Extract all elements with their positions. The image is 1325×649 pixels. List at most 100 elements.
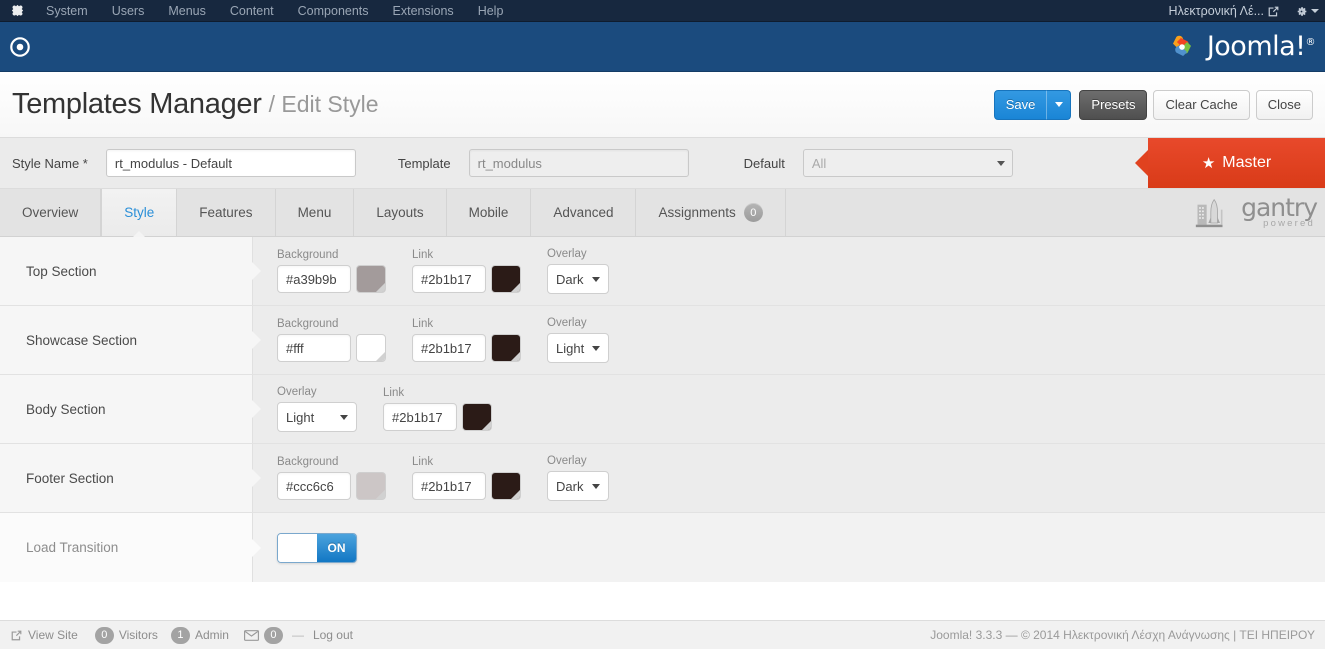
save-button[interactable]: Save: [993, 89, 1048, 120]
tab-assignments[interactable]: Assignments 0: [636, 189, 786, 236]
link-color-input[interactable]: [383, 403, 457, 431]
background-color-swatch[interactable]: [356, 265, 386, 293]
joomla-logo-icon[interactable]: [0, 3, 34, 18]
field-label: Overlay: [277, 386, 317, 398]
admin-menu-item-menus[interactable]: Menus: [156, 0, 218, 22]
page-header: Templates Manager / Edit Style Save Pres…: [0, 72, 1325, 137]
style-name-input[interactable]: [105, 149, 356, 177]
load-transition-label: Load Transition: [0, 513, 253, 582]
admin-menu-item-extensions[interactable]: Extensions: [381, 0, 466, 22]
chevron-down-icon: [592, 483, 600, 489]
section-label: Body Section: [0, 375, 253, 443]
admin-menu-item-help[interactable]: Help: [466, 0, 516, 22]
overlay-select[interactable]: Light: [547, 333, 610, 363]
visitors-status[interactable]: 0 Visitors: [94, 626, 158, 644]
admin-menu-item-components[interactable]: Components: [286, 0, 381, 22]
admin-status[interactable]: 1 Admin: [170, 626, 229, 644]
page-root: System Users Menus Content Components Ex…: [0, 0, 1325, 649]
tab-advanced[interactable]: Advanced: [531, 189, 637, 236]
overlay-select[interactable]: Light: [277, 402, 357, 432]
admin-menu-bar: System Users Menus Content Components Ex…: [0, 0, 1325, 22]
admin-menu-item-content[interactable]: Content: [218, 0, 286, 22]
control-panel-button[interactable]: [0, 36, 40, 58]
section-fields: Background Link Overlay L: [253, 306, 1325, 374]
background-color-swatch[interactable]: [356, 472, 386, 500]
gantry-sub: powered: [1263, 218, 1315, 229]
field-link: Link: [383, 387, 492, 431]
logout-link[interactable]: Log out: [313, 628, 353, 642]
presets-button[interactable]: Presets: [1079, 89, 1148, 120]
tab-features[interactable]: Features: [177, 189, 276, 236]
link-color-swatch[interactable]: [491, 334, 521, 362]
template-input: [468, 149, 689, 177]
joomla-brand: Joomla!®: [1164, 29, 1315, 65]
rocket-launchpad-icon: [1195, 198, 1223, 227]
tab-overview[interactable]: Overview: [0, 189, 102, 236]
section-label: Top Section: [0, 237, 253, 305]
envelope-icon: [243, 629, 259, 641]
link-color-input[interactable]: [412, 472, 486, 500]
tab-label: Features: [199, 205, 253, 220]
section-fields: Overlay Light Link: [253, 375, 1325, 443]
visitors-count: 0: [94, 626, 114, 644]
field-label: Link: [412, 318, 434, 330]
close-button[interactable]: Close: [1255, 89, 1313, 120]
tab-label: Advanced: [553, 205, 614, 220]
admin-menu-item-system[interactable]: System: [34, 0, 100, 22]
tab-label: Overview: [22, 205, 79, 220]
background-color-input[interactable]: [277, 472, 351, 500]
master-badge[interactable]: ★ Master: [1148, 138, 1325, 188]
site-name-link[interactable]: Ηλεκτρονική Λέ...: [1169, 4, 1264, 18]
field-controls: [277, 472, 386, 500]
load-transition-toggle[interactable]: ON: [277, 532, 357, 563]
clear-cache-button[interactable]: Clear Cache: [1153, 89, 1250, 120]
overlay-select[interactable]: Dark: [547, 471, 609, 501]
external-link-icon[interactable]: [1267, 5, 1280, 18]
background-color-input[interactable]: [277, 265, 351, 293]
tab-label: Assignments: [658, 205, 736, 220]
background-color-input[interactable]: [277, 334, 351, 362]
tab-style[interactable]: Style: [101, 189, 178, 237]
link-color-swatch[interactable]: [462, 403, 492, 431]
joomla-brand-registered: ®: [1305, 37, 1316, 48]
circle-dot-icon: [10, 36, 30, 57]
section-row-footer: Footer Section Background Link: [0, 444, 1325, 513]
background-color-swatch[interactable]: [356, 334, 386, 362]
field-link: Link: [412, 249, 521, 293]
save-button-group: Save: [993, 89, 1072, 120]
star-icon: ★: [1201, 154, 1216, 172]
toolbar: Save Presets Clear Cache Close: [993, 89, 1313, 120]
gantry-logo: gantry powered: [1195, 195, 1318, 230]
tab-bar: Overview Style Features Menu Layouts Mob…: [0, 189, 1325, 237]
chevron-down-icon: [592, 276, 600, 282]
field-link: Link: [412, 318, 521, 362]
tab-menu[interactable]: Menu: [276, 189, 355, 236]
toggle-state-label: ON: [317, 533, 356, 562]
messages-status[interactable]: 0: [243, 626, 283, 644]
link-color-input[interactable]: [412, 265, 486, 293]
link-color-swatch[interactable]: [491, 265, 521, 293]
default-select-wrap: All: [802, 149, 1013, 177]
section-fields: Background Link Overlay D: [253, 444, 1325, 512]
admin-menu-item-users[interactable]: Users: [100, 0, 157, 22]
default-select[interactable]: All: [802, 149, 1013, 177]
tab-layouts[interactable]: Layouts: [354, 189, 447, 236]
section-label: Footer Section: [0, 444, 253, 512]
page-title: Templates Manager: [12, 88, 262, 120]
footer-copyright: Joomla! 3.3.3 — © 2014 Ηλεκτρονική Λέσχη…: [930, 628, 1315, 642]
admin-menu: System Users Menus Content Components Ex…: [34, 0, 515, 22]
link-color-input[interactable]: [412, 334, 486, 362]
field-controls: [383, 403, 492, 431]
settings-menu-button[interactable]: [1295, 5, 1319, 18]
save-dropdown-button[interactable]: [1046, 89, 1072, 120]
overlay-select[interactable]: Dark: [547, 264, 609, 294]
style-meta-row: Style Name * Template Default All ★ Mast…: [0, 137, 1325, 189]
overlay-value: Dark: [556, 478, 584, 494]
tab-mobile[interactable]: Mobile: [447, 189, 532, 236]
admin-label: Admin: [194, 628, 229, 642]
field-controls: [412, 334, 521, 362]
link-color-swatch[interactable]: [491, 472, 521, 500]
field-label: Background: [277, 249, 339, 261]
view-site-link[interactable]: View Site: [10, 628, 78, 642]
gear-icon: [1297, 6, 1307, 16]
